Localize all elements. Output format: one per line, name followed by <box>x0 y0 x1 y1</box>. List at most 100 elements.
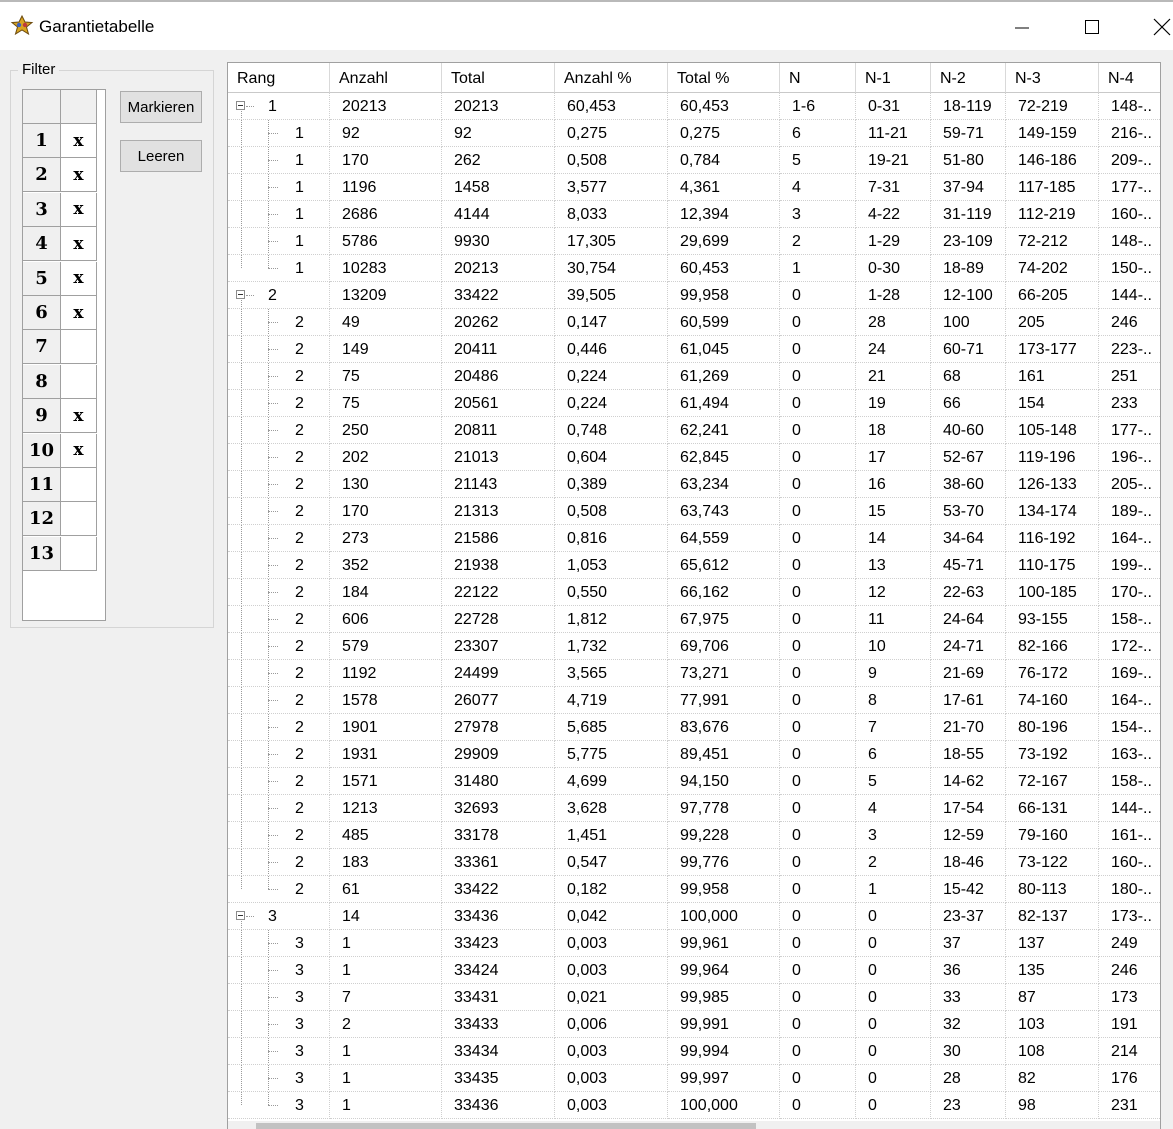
filter-row[interactable]: 9x <box>23 399 97 434</box>
filter-mark[interactable]: x <box>61 296 97 330</box>
column-header-n[interactable]: N <box>780 63 856 93</box>
filter-row[interactable]: 4x <box>23 227 97 262</box>
table-row[interactable]: 3 1 33434 0,003 99,994 0 0 30 108 214 <box>228 1038 1160 1065</box>
group-row[interactable]: 3 14 33436 0,042 100,000 0 0 23-37 82-137 173-.. <box>228 903 1160 930</box>
column-header-anzahl-pct[interactable]: Anzahl % <box>555 63 668 93</box>
table-row[interactable]: 2 49 20262 0,147 60,599 0 28 100 205 246 <box>228 309 1160 336</box>
table-row[interactable]: 1 170 262 0,508 0,784 5 19-21 51-80 146-186 209-.… <box>228 147 1160 174</box>
column-header-n-2[interactable]: N-2 <box>931 63 1006 93</box>
filter-row[interactable]: 2x <box>23 158 97 193</box>
filter-grid[interactable]: 1 x 2 x 3 x 4 x 5 x 6 x 7 8 9 x 10 x 11 12 13 <box>22 89 106 621</box>
filter-mark[interactable]: x <box>61 399 97 434</box>
filter-number[interactable]: 9 <box>23 399 61 434</box>
filter-number[interactable]: 6 <box>23 296 61 330</box>
filter-number[interactable]: 4 <box>23 227 61 262</box>
filter-mark[interactable] <box>61 364 97 399</box>
table-row[interactable]: 3 1 33436 0,003 100,000 0 0 23 98 231 <box>228 1092 1160 1119</box>
filter-row[interactable]: 10 x <box>23 433 97 468</box>
table-row[interactable]: 2 1931 29909 5,775 89,451 0 6 18-55 73-192 163-.. <box>228 741 1160 768</box>
table-row[interactable]: 2 61 33422 0,182 99,958 0 1 15-42 80-113 180-.. <box>228 876 1160 903</box>
filter-number[interactable]: 5 <box>23 261 61 296</box>
filter-row[interactable]: 13 <box>23 536 97 571</box>
cell-anzahl-pct: 0,446 <box>555 336 668 363</box>
table-row[interactable]: 2 75 20561 0,224 61,494 0 19 66 154 233 <box>228 390 1160 417</box>
table-row[interactable]: 2 183 33361 0,547 99,776 0 2 18-46 73-122 160-.. <box>228 849 1160 876</box>
filter-mark[interactable]: x <box>61 158 97 193</box>
table-row[interactable]: 1 2686 4144 8,033 12,394 3 4-22 31-119 112-219 16… <box>228 201 1160 228</box>
table-row[interactable]: 3 1 33424 0,003 99,964 0 0 36 135 246 <box>228 957 1160 984</box>
filter-mark[interactable]: x <box>61 261 97 296</box>
filter-row[interactable]: 6x <box>23 296 97 330</box>
table-row[interactable]: 3 2 33433 0,006 99,991 0 0 32 103 191 <box>228 1011 1160 1038</box>
filter-number[interactable]: 7 <box>23 330 61 365</box>
scrollbar-thumb[interactable] <box>256 1123 756 1129</box>
filter-row[interactable]: 7 <box>23 330 97 365</box>
filter-mark[interactable]: x <box>61 227 97 262</box>
filter-row[interactable]: 1x <box>23 124 97 158</box>
column-header-total[interactable]: Total <box>442 63 555 93</box>
column-header-rang[interactable]: Rang <box>228 63 330 93</box>
filter-row[interactable]: 8 <box>23 364 97 399</box>
filter-mark[interactable] <box>61 468 97 502</box>
filter-row[interactable]: 11 <box>23 468 97 502</box>
table-row[interactable]: 2 579 23307 1,732 69,706 0 10 24-71 82-166 172-.. <box>228 633 1160 660</box>
filter-number[interactable]: 2 <box>23 158 61 193</box>
table-row[interactable]: 1 1196 1458 3,577 4,361 4 7-31 37-94 117-185 177-… <box>228 174 1160 201</box>
table-row[interactable]: 2 606 22728 1,812 67,975 0 11 24-64 93-155 158-.. <box>228 606 1160 633</box>
table-row[interactable]: 2 1192 24499 3,565 73,271 0 9 21-69 76-172 169-.. <box>228 660 1160 687</box>
filter-row[interactable]: 5x <box>23 261 97 296</box>
table-row[interactable]: 2 149 20411 0,446 61,045 0 24 60-71 173-177 223-.… <box>228 336 1160 363</box>
table-row[interactable]: 2 184 22122 0,550 66,162 0 12 22-63 100-185 170-.… <box>228 579 1160 606</box>
guarantee-table[interactable]: Rang Anzahl Total Anzahl % Total % N N-1 N-2 N-3… <box>227 62 1161 1129</box>
collapse-icon[interactable] <box>236 911 245 920</box>
filter-mark[interactable]: x <box>61 192 97 227</box>
table-row[interactable]: 1 10283 20213 30,754 60,453 1 0-30 18-89 74-202 1… <box>228 255 1160 282</box>
filter-number[interactable]: 13 <box>23 536 61 571</box>
filter-number[interactable]: 1 <box>23 124 61 158</box>
filter-number[interactable]: 8 <box>23 364 61 399</box>
table-row[interactable]: 3 1 33435 0,003 99,997 0 0 28 82 176 <box>228 1065 1160 1092</box>
markieren-button[interactable]: Markieren <box>120 91 202 123</box>
filter-number[interactable]: 11 <box>23 468 61 502</box>
filter-number[interactable]: 3 <box>23 192 61 227</box>
group-row[interactable]: 1 20213 20213 60,453 60,453 1-6 0-31 18-119 72-2… <box>228 93 1160 120</box>
table-row[interactable]: 2 170 21313 0,508 63,743 0 15 53-70 134-174 189-.… <box>228 498 1160 525</box>
column-header-total-pct[interactable]: Total % <box>668 63 780 93</box>
leeren-button[interactable]: Leeren <box>120 140 202 172</box>
table-row[interactable]: 2 485 33178 1,451 99,228 0 3 12-59 79-160 161-.. <box>228 822 1160 849</box>
horizontal-scrollbar[interactable] <box>228 1121 1160 1129</box>
table-row[interactable]: 2 1571 31480 4,699 94,150 0 5 14-62 72-167 158-.. <box>228 768 1160 795</box>
filter-row[interactable]: 3x <box>23 192 97 227</box>
collapse-icon[interactable] <box>236 101 245 110</box>
minimize-button[interactable] <box>1000 10 1044 44</box>
filter-row[interactable]: 12 <box>23 502 97 537</box>
table-row[interactable]: 3 7 33431 0,021 99,985 0 0 33 87 173 <box>228 984 1160 1011</box>
table-row[interactable]: 2 1901 27978 5,685 83,676 0 7 21-70 80-196 154-.. <box>228 714 1160 741</box>
table-row[interactable]: 2 75 20486 0,224 61,269 0 21 68 161 251 <box>228 363 1160 390</box>
table-row[interactable]: 2 130 21143 0,389 63,234 0 16 38-60 126-133 205-.… <box>228 471 1160 498</box>
column-header-n-1[interactable]: N-1 <box>856 63 931 93</box>
column-header-n-4[interactable]: N-4 <box>1099 63 1160 93</box>
table-row[interactable]: 1 5786 9930 17,305 29,699 2 1-29 23-109 72-212 14… <box>228 228 1160 255</box>
table-row[interactable]: 2 352 21938 1,053 65,612 0 13 45-71 110-175 199-.… <box>228 552 1160 579</box>
table-row[interactable]: 3 1 33423 0,003 99,961 0 0 37 137 249 <box>228 930 1160 957</box>
column-header-anzahl[interactable]: Anzahl <box>330 63 442 93</box>
maximize-button[interactable] <box>1070 10 1114 44</box>
filter-number[interactable]: 10 <box>23 433 61 468</box>
filter-mark[interactable] <box>61 330 97 365</box>
filter-mark[interactable]: x <box>61 433 97 468</box>
filter-number[interactable]: 12 <box>23 502 61 537</box>
table-row[interactable]: 1 92 92 0,275 0,275 6 11-21 59-71 149-159 216-.. <box>228 120 1160 147</box>
group-row[interactable]: 2 13209 33422 39,505 99,958 0 1-28 12-100 66-205… <box>228 282 1160 309</box>
filter-mark[interactable] <box>61 502 97 537</box>
table-row[interactable]: 2 202 21013 0,604 62,845 0 17 52-67 119-196 196-.… <box>228 444 1160 471</box>
table-row[interactable]: 2 273 21586 0,816 64,559 0 14 34-64 116-192 164-.… <box>228 525 1160 552</box>
table-row[interactable]: 2 1213 32693 3,628 97,778 0 4 17-54 66-131 144-.. <box>228 795 1160 822</box>
filter-mark[interactable]: x <box>61 124 97 158</box>
table-row[interactable]: 2 250 20811 0,748 62,241 0 18 40-60 105-148 177-.… <box>228 417 1160 444</box>
table-row[interactable]: 2 1578 26077 4,719 77,991 0 8 17-61 74-160 164-.. <box>228 687 1160 714</box>
filter-mark[interactable] <box>61 536 97 571</box>
collapse-icon[interactable] <box>236 290 245 299</box>
column-header-n-3[interactable]: N-3 <box>1006 63 1099 93</box>
close-button[interactable] <box>1140 10 1173 44</box>
